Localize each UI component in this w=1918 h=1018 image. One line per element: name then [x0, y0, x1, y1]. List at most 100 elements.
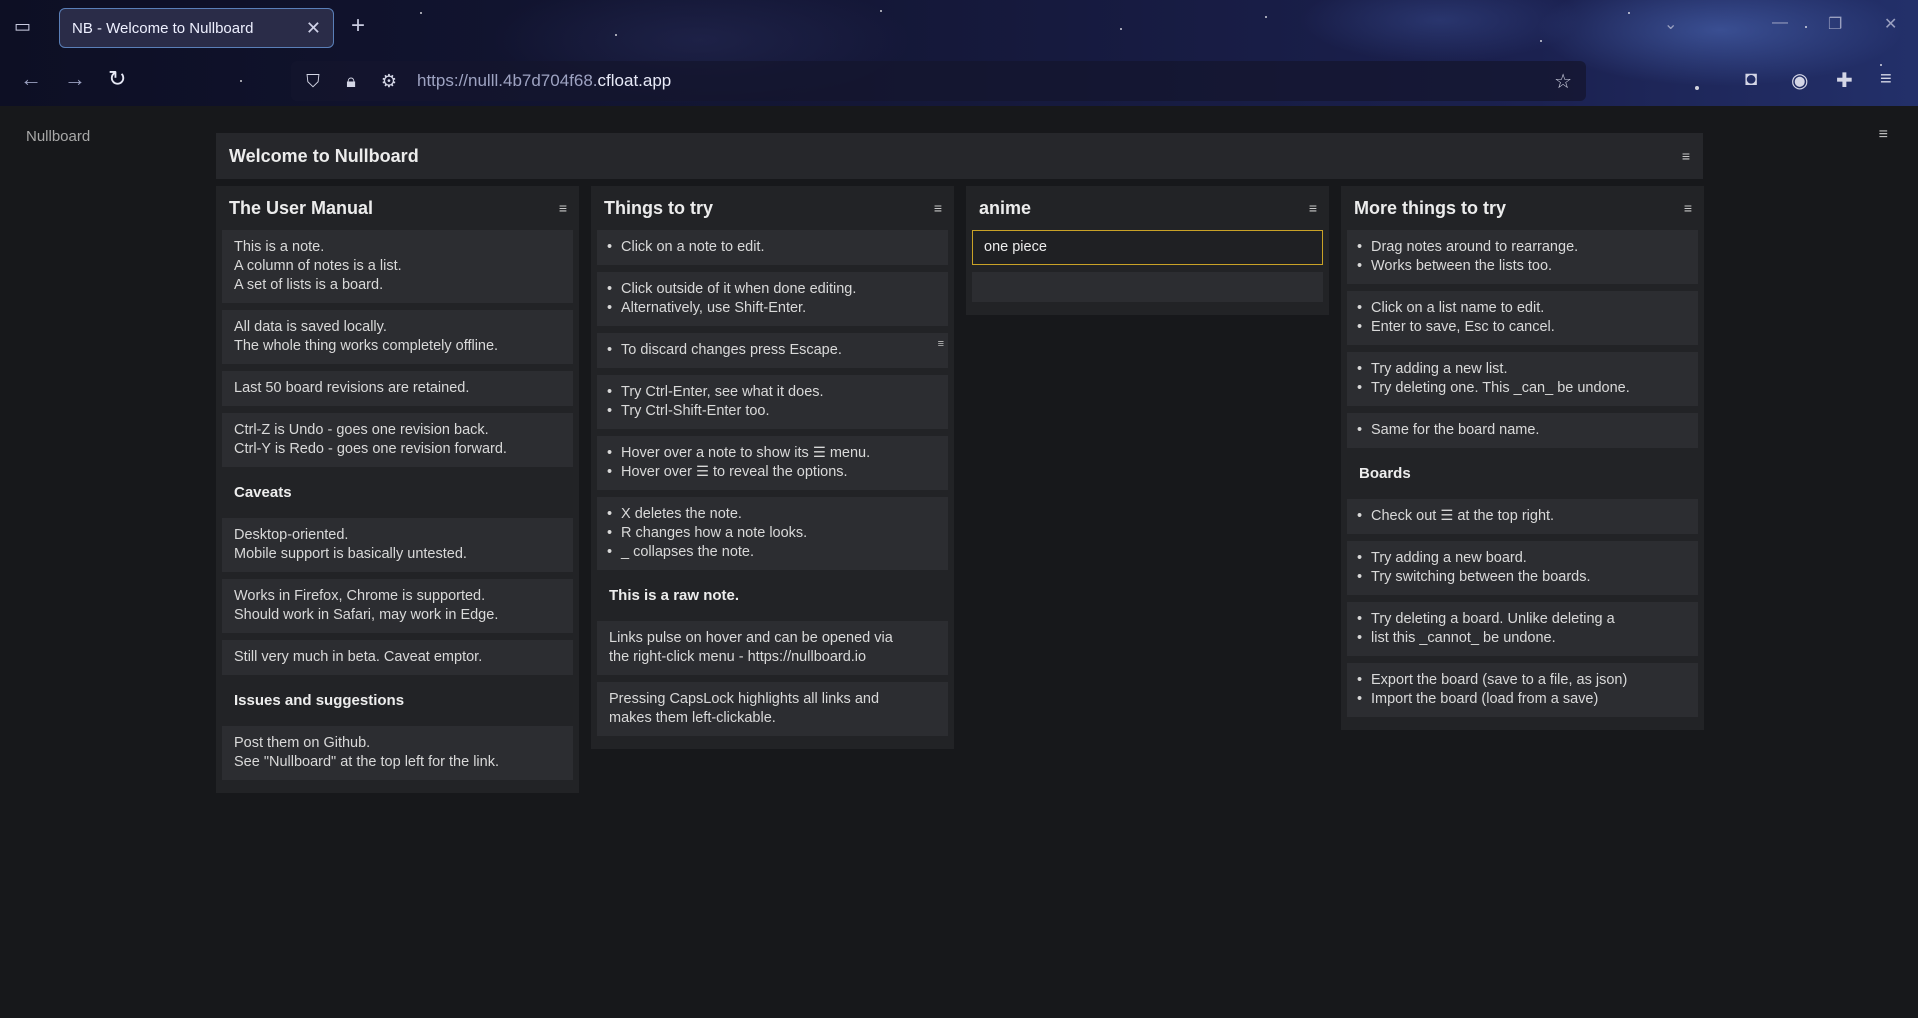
list-header: More things to try ≡ — [1347, 186, 1698, 230]
minimize-icon[interactable]: — — [1772, 14, 1788, 32]
restore-icon[interactable]: ❐ — [1828, 14, 1842, 34]
list-name[interactable]: Things to try — [604, 198, 713, 219]
list-name[interactable]: The User Manual — [229, 198, 373, 219]
note-editor[interactable]: one piece — [972, 230, 1323, 265]
board-title-menu-icon[interactable]: ≡ — [1682, 148, 1690, 164]
note[interactable]: All data is saved locally. The whole thin… — [222, 310, 573, 364]
note[interactable]: Try adding a new list.Try deleting one. … — [1347, 352, 1698, 406]
note[interactable]: Ctrl-Z is Undo - goes one revision back.… — [222, 413, 573, 467]
note[interactable]: Post them on Github. See "Nullboard" at t… — [222, 726, 573, 780]
list: anime ≡ one piece — [966, 186, 1329, 315]
note[interactable]: Drag notes around to rearrange.Works bet… — [1347, 230, 1698, 284]
raw-note[interactable]: Boards — [1347, 455, 1698, 492]
pocket-icon[interactable]: ◘ — [1745, 68, 1757, 91]
permissions-icon[interactable]: ⚙ — [379, 71, 399, 92]
bookmark-star-icon[interactable]: ☆ — [1554, 69, 1572, 94]
note-text: Desktop-oriented. — [234, 527, 349, 543]
note[interactable]: Click outside of it when done editing.Al… — [597, 272, 948, 326]
note[interactable]: Same for the board name. — [1347, 413, 1698, 448]
back-icon[interactable]: ← — [20, 66, 42, 92]
note[interactable]: Export the board (save to a file, as jso… — [1347, 663, 1698, 717]
brand-link[interactable]: Nullboard — [26, 128, 90, 145]
note-text: makes them left-clickable. — [609, 710, 776, 726]
note-text: Issues and suggestions — [234, 692, 405, 709]
note-text: Import the board (load from a save) — [1357, 690, 1686, 709]
note-text: Alternatively, use Shift-Enter. — [607, 299, 936, 318]
raw-note[interactable]: This is a raw note. — [597, 577, 948, 614]
list-menu-icon[interactable]: ≡ — [1684, 200, 1692, 216]
note-text: Works between the lists too. — [1357, 257, 1686, 276]
note[interactable]: Works in Firefox, Chrome is supported. Sh… — [222, 579, 573, 633]
list-name[interactable]: More things to try — [1354, 198, 1506, 219]
note-text: Try switching between the boards. — [1357, 568, 1686, 587]
shield-icon[interactable]: ⛉ — [303, 71, 323, 92]
board-title[interactable]: Welcome to Nullboard — [229, 146, 419, 167]
list-name[interactable]: anime — [979, 198, 1031, 219]
note[interactable]: Desktop-oriented. Mobile support is basic… — [222, 518, 573, 572]
board-menu-icon[interactable]: ≡ — [1879, 126, 1888, 144]
note[interactable]: Still very much in beta. Caveat emptor. — [222, 640, 573, 675]
list: More things to try ≡ Drag notes around to … — [1341, 186, 1704, 730]
note[interactable]: Last 50 board revisions are retained. — [222, 371, 573, 406]
note-text: Should work in Safari, may work in Edge. — [234, 607, 499, 623]
note-text: Try adding a new list. — [1357, 360, 1686, 379]
note-text: Try Ctrl-Shift-Enter too. — [607, 402, 936, 421]
extensions-icon[interactable]: ✚ — [1836, 68, 1853, 93]
close-window-icon[interactable]: ✕ — [1884, 14, 1897, 34]
note-text: Try Ctrl-Enter, see what it does. — [607, 383, 936, 402]
note[interactable]: X deletes the note.R changes how a note … — [597, 497, 948, 570]
note-text: To discard changes press Escape. — [607, 341, 936, 360]
note[interactable]: Pressing CapsLock highlights all links a… — [597, 682, 948, 736]
hamburger-menu-icon[interactable]: ≡ — [1880, 68, 1892, 91]
note-text: R changes how a note looks. — [607, 524, 936, 543]
note[interactable]: Hover over a note to show its ☰ menu.Hov… — [597, 436, 948, 490]
url-text[interactable]: https://nulll.4b7d704f68.cfloat.app — [417, 71, 671, 91]
note[interactable]: Try adding a new board.Try switching bet… — [1347, 541, 1698, 595]
account-icon[interactable]: ◉ — [1791, 68, 1808, 93]
reload-icon[interactable]: ↻ — [108, 66, 126, 92]
list-menu-icon[interactable]: ≡ — [559, 200, 567, 216]
note[interactable]: Links pulse on hover and can be opened v… — [597, 621, 948, 675]
note[interactable]: Try Ctrl-Enter, see what it does.Try Ctr… — [597, 375, 948, 429]
list-header: anime ≡ — [972, 186, 1323, 230]
note-text: The whole thing works completely offline… — [234, 338, 499, 354]
note-text: Caveats — [234, 484, 292, 501]
note-menu-icon[interactable]: ≡ — [938, 335, 944, 354]
note[interactable]: Check out ☰ at the top right. — [1347, 499, 1698, 534]
note[interactable]: To discard changes press Escape.≡ — [597, 333, 948, 368]
browser-toolbar: ▭ NB - Welcome to Nullboard ✕ + ⌄ — ❐ ✕ … — [0, 0, 1918, 106]
note[interactable]: Try deleting a board. Unlike deleting al… — [1347, 602, 1698, 656]
tab-title: NB - Welcome to Nullboard — [72, 19, 254, 37]
note-text: A set of lists is a board. — [234, 277, 384, 293]
list-header: Things to try ≡ — [597, 186, 948, 230]
raw-note[interactable]: Caveats — [222, 474, 573, 511]
tab-active[interactable]: NB - Welcome to Nullboard ✕ — [59, 8, 334, 48]
lock-icon[interactable]: 🔒︎ — [341, 71, 361, 92]
note[interactable]: Click on a note to edit. — [597, 230, 948, 265]
forward-icon[interactable]: → — [64, 66, 86, 92]
note-text: Links pulse on hover and can be opened v… — [609, 630, 893, 646]
note-text: Enter to save, Esc to cancel. — [1357, 318, 1686, 337]
list-menu-icon[interactable]: ≡ — [934, 200, 942, 216]
list: Things to try ≡ Click on a note to edit. Cl… — [591, 186, 954, 749]
note-text: Hover over a note to show its ☰ menu. — [607, 444, 936, 463]
list-menu-icon[interactable]: ≡ — [1309, 200, 1317, 216]
note-text: Boards — [1359, 465, 1411, 482]
chevron-down-icon[interactable]: ⌄ — [1664, 14, 1677, 34]
new-tab-icon[interactable]: + — [351, 12, 365, 40]
note[interactable] — [972, 272, 1323, 302]
note-text: Drag notes around to rearrange. — [1357, 238, 1686, 257]
raw-note[interactable]: Issues and suggestions — [222, 682, 573, 719]
note[interactable]: Click on a list name to edit.Enter to sa… — [1347, 291, 1698, 345]
note-text: Export the board (save to a file, as jso… — [1357, 671, 1686, 690]
note[interactable]: This is a note. A column of notes is a li… — [222, 230, 573, 303]
note-text: Check out ☰ at the top right. — [1357, 507, 1686, 526]
address-bar[interactable]: ⛉ 🔒︎ ⚙ https://nulll.4b7d704f68.cfloat.a… — [291, 61, 1586, 101]
note-text: Still very much in beta. Caveat emptor. — [234, 649, 483, 665]
note-text: Click outside of it when done editing. — [607, 280, 936, 299]
note-text: Same for the board name. — [1357, 421, 1686, 440]
close-icon[interactable]: ✕ — [306, 18, 321, 39]
note-text: Click on a list name to edit. — [1357, 299, 1686, 318]
note-text: Hover over ☰ to reveal the options. — [607, 463, 936, 482]
tab-list-icon[interactable]: ▭ — [14, 16, 36, 38]
